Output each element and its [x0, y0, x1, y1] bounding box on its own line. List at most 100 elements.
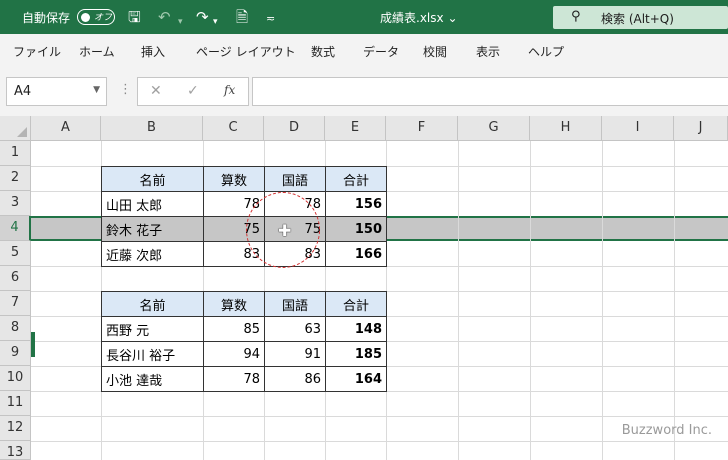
toggle-knob [81, 12, 90, 22]
row-header-7[interactable]: 7 [0, 291, 31, 316]
redo-icon[interactable]: ↷ [196, 8, 209, 26]
autosave-label: 自動保存 [22, 11, 71, 25]
row-header-2[interactable]: 2 [0, 166, 31, 191]
column-header-b[interactable]: B [101, 116, 203, 141]
row-header-6[interactable]: 6 [0, 266, 31, 291]
gridline [31, 441, 728, 442]
header-total[interactable]: 合計 [325, 166, 387, 192]
select-all-triangle-icon [17, 127, 27, 137]
cell-total[interactable]: 148 [325, 316, 387, 342]
autosave-toggle[interactable]: オフ [77, 9, 115, 25]
cell-name[interactable]: 西野 元 [101, 316, 204, 342]
cell-total[interactable]: 164 [325, 366, 387, 392]
autosave-state: オフ [94, 13, 113, 23]
cell-cursor-icon: ✚ [278, 221, 292, 240]
print-preview-icon[interactable]: 🗎 [236, 8, 248, 26]
gridline [602, 141, 603, 460]
more-options-icon[interactable]: ⋮ [119, 82, 132, 97]
row-header-9[interactable]: 9 [0, 341, 31, 366]
tab-review[interactable]: 校閲 [423, 43, 447, 60]
select-all-corner[interactable] [0, 116, 31, 141]
name-box[interactable]: A4 ▼ [6, 77, 107, 106]
table-header-row: 名前 算数 国語 合計 [101, 166, 387, 192]
row-header-11[interactable]: 11 [0, 391, 31, 416]
enter-icon[interactable]: ✓ [187, 83, 199, 99]
worksheet-grid[interactable]: A B C D E F G H I J 1 2 3 4 5 6 7 8 9 10… [0, 116, 728, 460]
gridline [530, 141, 531, 460]
redo-dropdown-icon[interactable]: ▾ [213, 13, 218, 31]
tab-data[interactable]: データ [363, 43, 399, 60]
header-name[interactable]: 名前 [101, 291, 204, 317]
gridline [674, 141, 675, 460]
tab-page-layout[interactable]: ページ レイアウト [196, 43, 296, 60]
active-cell-marker [31, 332, 35, 357]
row-header-12[interactable]: 12 [0, 416, 31, 441]
row-header-5[interactable]: 5 [0, 241, 31, 266]
formula-input[interactable] [252, 77, 728, 106]
customize-toolbar-icon[interactable]: ≂ [266, 10, 275, 28]
column-header-j[interactable]: J [674, 116, 728, 141]
row-header-8[interactable]: 8 [0, 316, 31, 341]
tab-view[interactable]: 表示 [476, 43, 500, 60]
cell-name[interactable]: 小池 達哉 [101, 366, 204, 392]
tab-help[interactable]: ヘルプ [528, 43, 564, 60]
cancel-icon[interactable]: ✕ [150, 83, 162, 99]
row-header-3[interactable]: 3 [0, 191, 31, 216]
cell-math[interactable]: 78 [203, 366, 265, 392]
name-box-value: A4 [14, 84, 32, 99]
column-header-h[interactable]: H [530, 116, 602, 141]
table-row: 西野 元 85 63 148 [101, 316, 387, 342]
cell-name[interactable]: 鈴木 花子 [101, 216, 204, 242]
formula-bar: A4 ▼ ⋮ ✕ ✓ fx [0, 68, 728, 116]
cell-total[interactable]: 156 [325, 191, 387, 217]
cell-name[interactable]: 山田 太郎 [101, 191, 204, 217]
cell-japanese[interactable]: 86 [264, 366, 326, 392]
row-header-13[interactable]: 13 [0, 441, 31, 460]
cell-total[interactable]: 166 [325, 241, 387, 267]
table-row: 小池 達哉 78 86 164 [101, 366, 387, 392]
row-header-4[interactable]: 4 [0, 216, 31, 241]
cell-math[interactable]: 85 [203, 316, 265, 342]
save-icon[interactable]: 🖫 [128, 8, 141, 26]
chevron-down-icon[interactable]: ▼ [93, 85, 100, 95]
ribbon-tabs: ファイル ホーム 挿入 ページ レイアウト 数式 データ 校閲 表示 ヘルプ [0, 34, 728, 68]
column-header-e[interactable]: E [325, 116, 386, 141]
cell-name[interactable]: 近藤 次郎 [101, 241, 204, 267]
score-table-2: 名前 算数 国語 合計 西野 元 85 63 148 長谷川 裕子 94 91 … [101, 291, 387, 392]
header-japanese[interactable]: 国語 [264, 166, 326, 192]
header-math[interactable]: 算数 [203, 291, 265, 317]
row-header-10[interactable]: 10 [0, 366, 31, 391]
search-box[interactable]: ⚲ 検索 (Alt+Q) [553, 6, 728, 29]
header-name[interactable]: 名前 [101, 166, 204, 192]
cell-name[interactable]: 長谷川 裕子 [101, 341, 204, 367]
column-header-i[interactable]: I [602, 116, 674, 141]
header-total[interactable]: 合計 [325, 291, 387, 317]
column-header-f[interactable]: F [386, 116, 458, 141]
table-row: 長谷川 裕子 94 91 185 [101, 341, 387, 367]
insert-function-icon[interactable]: fx [224, 83, 235, 97]
cell-math[interactable]: 94 [203, 341, 265, 367]
column-header-c[interactable]: C [203, 116, 264, 141]
header-japanese[interactable]: 国語 [264, 291, 326, 317]
search-placeholder: 検索 (Alt+Q) [601, 12, 674, 26]
tab-file[interactable]: ファイル [13, 43, 61, 60]
tab-home[interactable]: ホーム [79, 43, 115, 60]
column-header-d[interactable]: D [264, 116, 325, 141]
formula-buttons: ✕ ✓ fx [137, 77, 249, 106]
column-header-a[interactable]: A [31, 116, 101, 141]
undo-dropdown-icon[interactable]: ▾ [178, 13, 183, 31]
cell-total[interactable]: 185 [325, 341, 387, 367]
title-bar: 自動保存 オフ 🖫 ↶ ▾ ↷ ▾ 🗎 ≂ 成績表.xlsx ⌄ ⚲ 検索 (A… [0, 0, 728, 34]
undo-icon[interactable]: ↶ [158, 8, 171, 26]
file-name[interactable]: 成績表.xlsx ⌄ [380, 9, 458, 26]
column-header-g[interactable]: G [458, 116, 530, 141]
tab-insert[interactable]: 挿入 [141, 43, 165, 60]
header-math[interactable]: 算数 [203, 166, 265, 192]
score-table-1: 名前 算数 国語 合計 山田 太郎 78 78 156 鈴木 花子 75 75 … [101, 166, 387, 267]
cell-japanese[interactable]: 63 [264, 316, 326, 342]
cell-japanese[interactable]: 91 [264, 341, 326, 367]
tab-formulas[interactable]: 数式 [311, 43, 335, 60]
cell-total[interactable]: 150 [325, 216, 387, 242]
gridline [458, 141, 459, 460]
row-header-1[interactable]: 1 [0, 141, 31, 166]
